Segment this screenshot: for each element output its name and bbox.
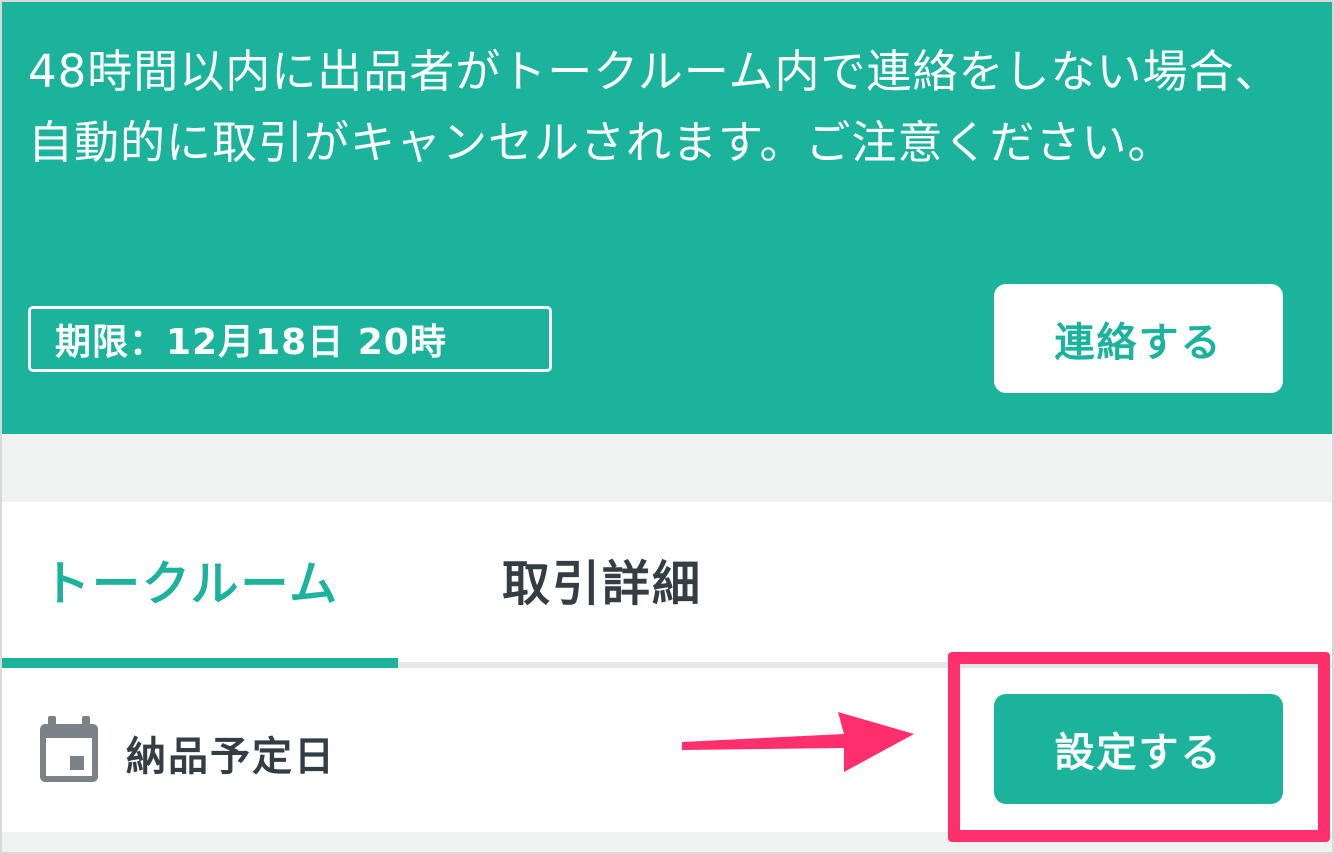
cancel-notice-banner: 48時間以内に出品者がトークルーム内で連絡をしない場合、自動的に取引がキャンセル… bbox=[2, 2, 1332, 434]
pointer-arrow-icon bbox=[682, 712, 914, 772]
deadline-badge: 期限：12月18日 20時 bbox=[28, 306, 552, 372]
notice-message: 48時間以内に出品者がトークルーム内で連絡をしない場合、自動的に取引がキャンセル… bbox=[28, 45, 1281, 169]
active-tab-indicator bbox=[2, 658, 398, 668]
section-divider bbox=[2, 434, 1332, 502]
tab-bar: トークルーム 取引詳細 bbox=[2, 502, 1332, 668]
contact-button[interactable]: 連絡する bbox=[994, 284, 1283, 393]
delivery-date-label: 納品予定日 bbox=[126, 734, 336, 780]
app-frame: 48時間以内に出品者がトークルーム内で連絡をしない場合、自動的に取引がキャンセル… bbox=[0, 0, 1334, 854]
tab-transaction-details[interactable]: 取引詳細 bbox=[502, 544, 702, 614]
set-delivery-date-button[interactable]: 設定する bbox=[994, 694, 1283, 804]
tab-talkroom[interactable]: トークルーム bbox=[42, 544, 339, 614]
calendar-icon bbox=[40, 716, 98, 782]
